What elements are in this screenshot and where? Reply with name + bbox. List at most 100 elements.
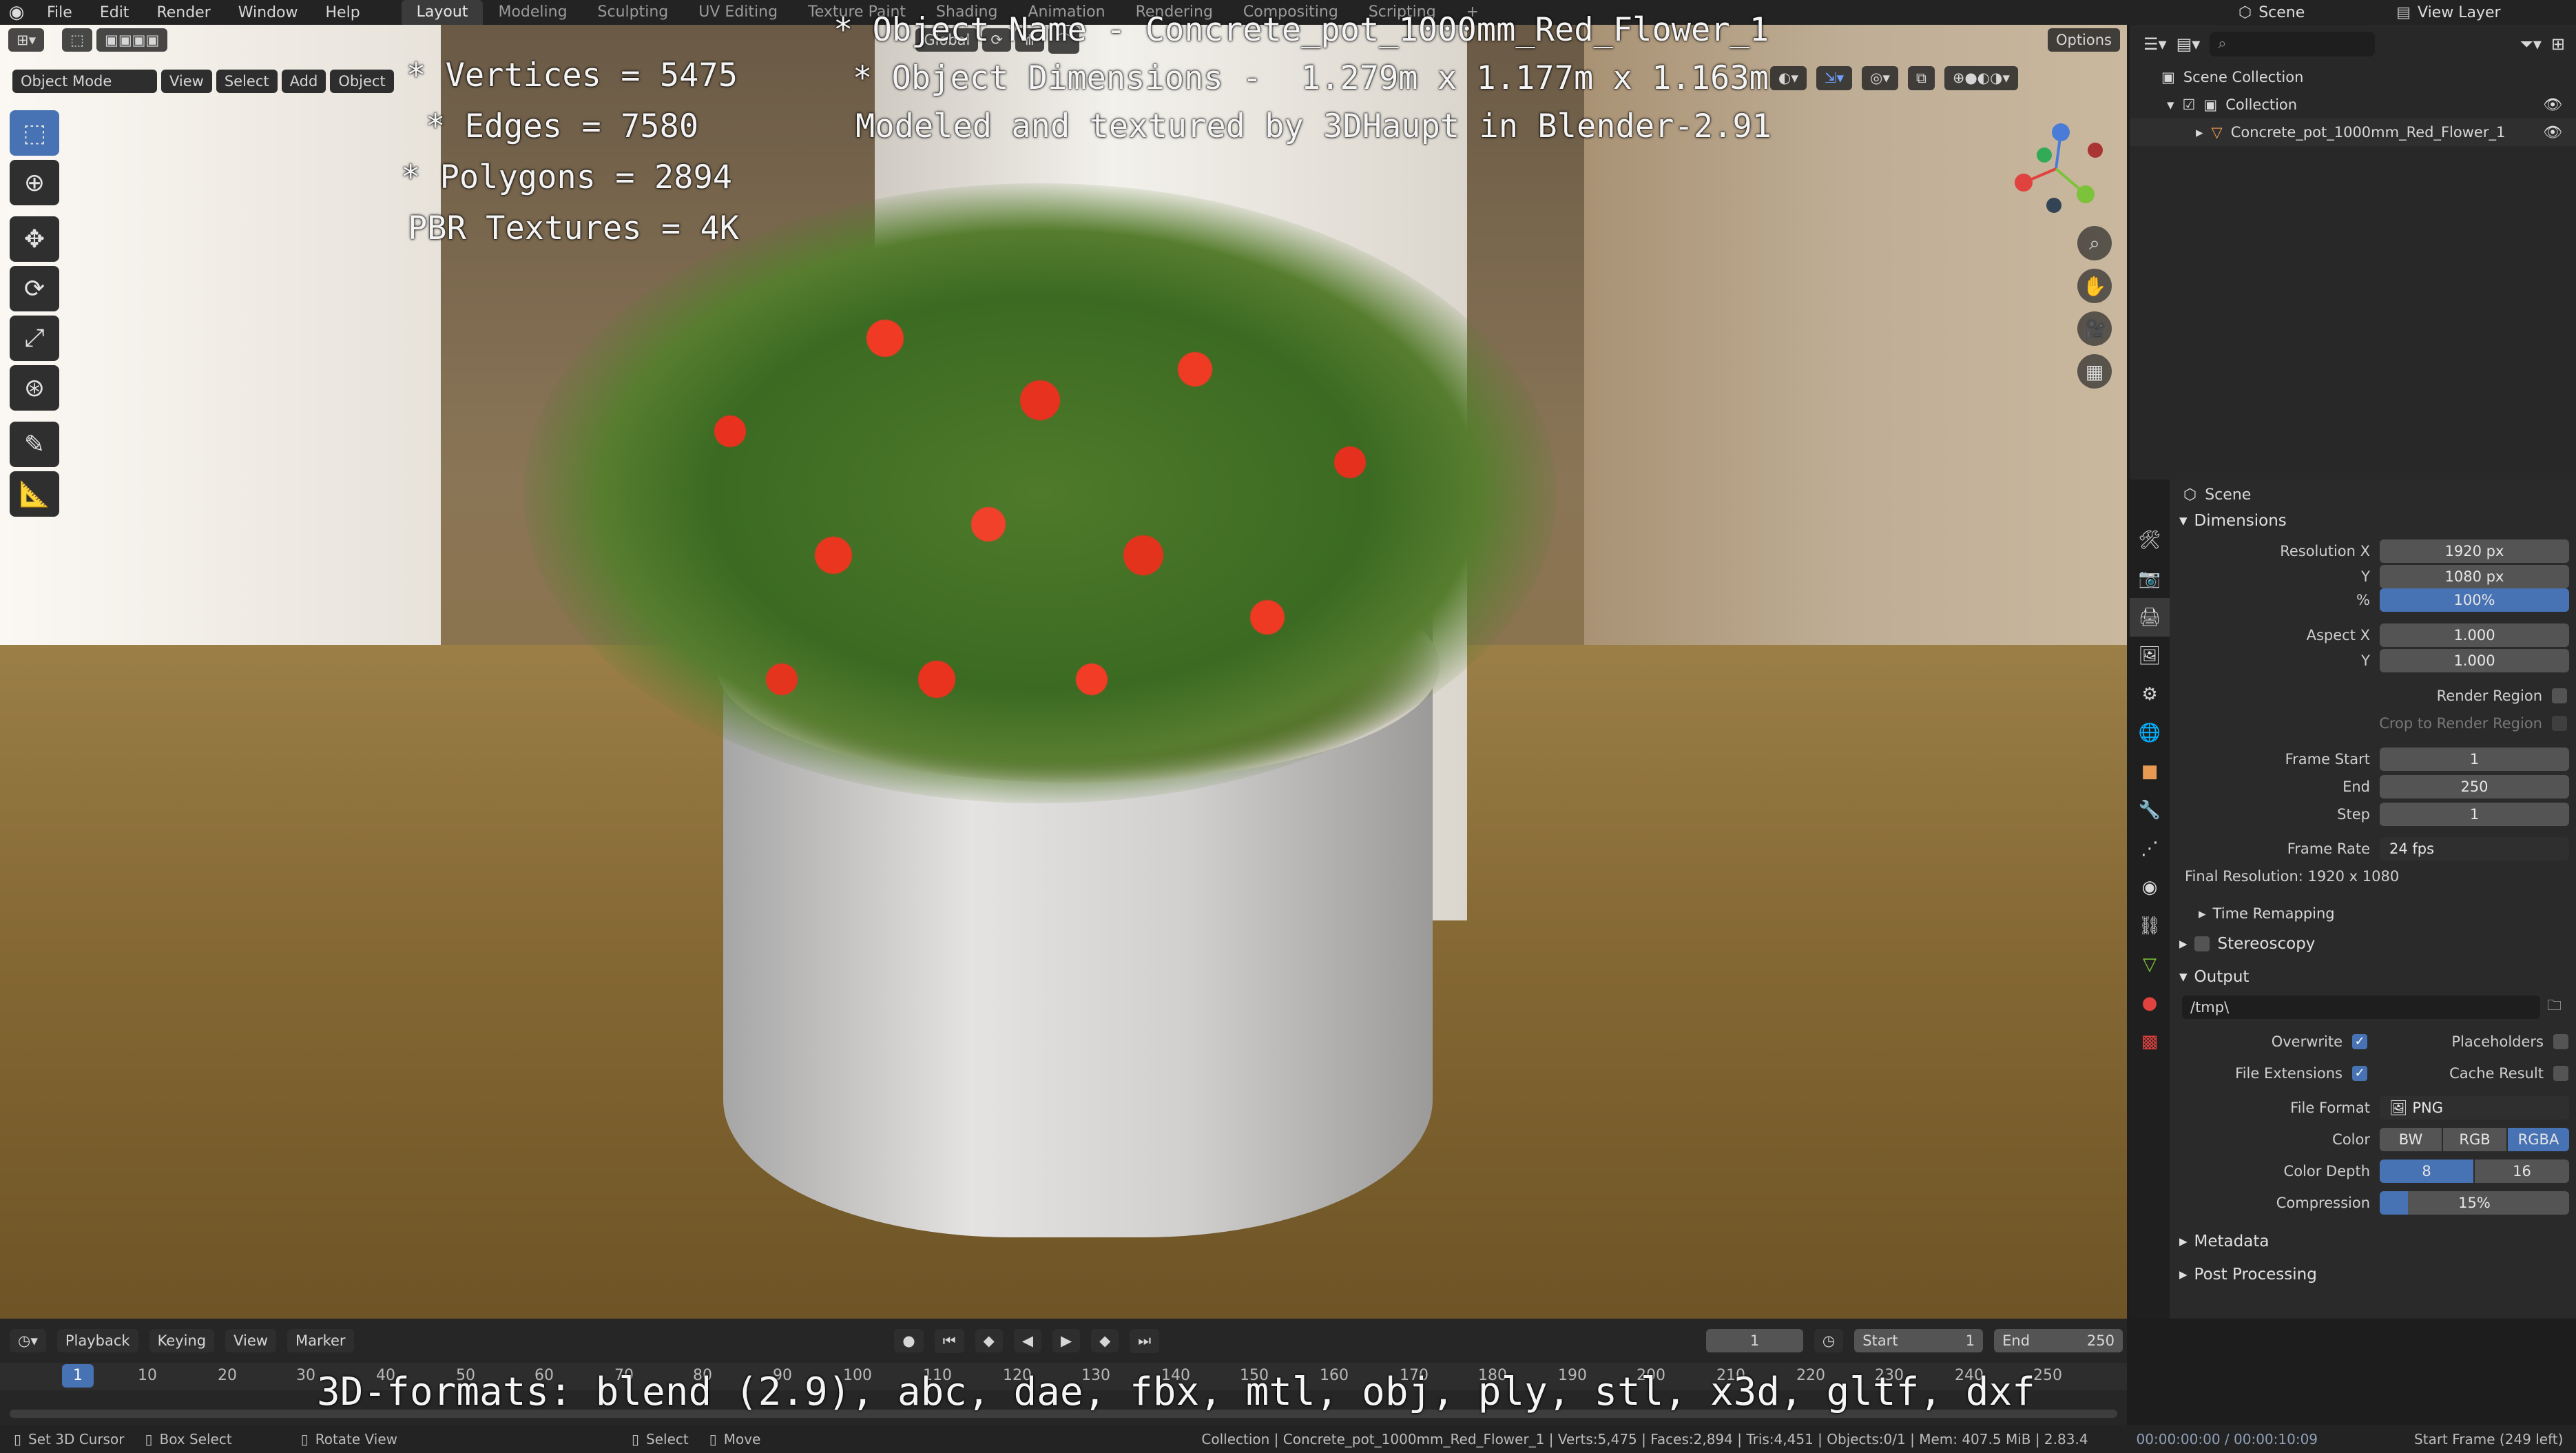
object-menu[interactable]: Object [330,70,394,93]
selection-mode-icons[interactable]: ▣▣▣▣ [96,28,168,52]
add-menu[interactable]: Add [281,70,326,93]
color-depth-8-button[interactable]: 8 [2380,1160,2473,1183]
current-frame-field[interactable]: 1 [1706,1329,1803,1352]
overwrite-checkbox[interactable]: ✓ [2352,1034,2367,1049]
render-region-checkbox[interactable] [2552,688,2567,703]
output-tab-icon[interactable]: 🖨 [2130,598,2170,637]
view-layer-icon[interactable]: ▤ [2396,4,2411,21]
navigation-gizmo[interactable] [2004,117,2108,220]
start-frame-field[interactable]: Start 1 [1854,1329,1984,1352]
tab-uv-editing[interactable]: UV Editing [683,0,793,25]
scene-icon[interactable]: ⬡ [2239,4,2252,21]
play-icon[interactable]: ▶ [1052,1329,1081,1352]
3d-viewport[interactable] [0,25,2127,1319]
cache-result-checkbox[interactable] [2553,1066,2568,1081]
particles-tab-icon[interactable]: ⋰ [2130,829,2170,868]
outliner-search-input[interactable]: ⌕ [2210,32,2376,56]
eye-icon[interactable]: 👁 [2543,96,2562,114]
timeline-editor-icon[interactable]: ◷▾ [10,1329,46,1352]
time-remapping-header[interactable]: ▸ Time Remapping [2170,900,2576,927]
folder-icon[interactable]: 🗀 [2547,996,2562,1020]
stereoscopy-header[interactable]: ▸ Stereoscopy [2170,927,2576,960]
pan-hand-icon[interactable]: ✋ [2077,269,2112,303]
display-mode-icon[interactable]: ▤▾ [2177,34,2201,54]
aspect-x-field[interactable]: 1.000 [2380,624,2569,647]
timeline-view-menu[interactable]: View [225,1329,276,1352]
checkbox-icon[interactable]: ☑ [2183,96,2196,113]
camera-view-icon[interactable]: 🎥 [2077,311,2112,346]
frame-rate-dropdown[interactable]: 24 fps [2380,837,2569,861]
record-icon[interactable]: ● [894,1329,924,1352]
outliner-row-scene-collection[interactable]: ▣ Scene Collection [2130,63,2576,91]
filter-icon[interactable]: ⏷▾ [2520,34,2542,54]
aspect-y-field[interactable]: 1.000 [2380,649,2569,672]
options-dropdown[interactable]: Options [2047,28,2120,52]
outliner-type-icon[interactable]: ☰▾ [2143,34,2167,54]
metadata-header[interactable]: ▸ Metadata [2170,1225,2576,1258]
menu-render[interactable]: Render [143,4,224,21]
marker-menu[interactable]: Marker [287,1329,354,1352]
constraints-tab-icon[interactable]: ⛓ [2130,907,2170,945]
crop-region-checkbox[interactable] [2552,716,2567,731]
cursor-tool-icon[interactable]: ⊕ [10,160,59,205]
file-format-dropdown[interactable]: 🖼 PNG [2380,1096,2569,1120]
expand-arrow-icon[interactable]: ▾ [2167,96,2174,113]
outliner-row-object[interactable]: ▸ ▽ Concrete_pot_1000mm_Red_Flower_1 👁 [2130,118,2576,146]
keying-menu[interactable]: Keying [149,1329,215,1352]
color-depth-16-button[interactable]: 16 [2475,1160,2569,1183]
file-extensions-checkbox[interactable]: ✓ [2352,1066,2367,1081]
view-layer-selector[interactable]: View Layer [2418,4,2576,21]
select-tool-icon[interactable]: ⬚ [62,28,92,52]
output-header[interactable]: ▾ Output [2170,960,2576,993]
gizmo-toggle-icon[interactable]: ⇲▾ [1816,66,1853,90]
color-rgb-button[interactable]: RGB [2443,1128,2506,1151]
prev-keyframe-icon[interactable]: ◆ [975,1329,1003,1352]
color-rgba-button[interactable]: RGBA [2508,1128,2569,1151]
render-tab-icon[interactable]: 📷 [2130,559,2170,598]
tab-modeling[interactable]: Modeling [483,0,582,25]
physics-tab-icon[interactable]: ◉ [2130,868,2170,907]
tab-sculpting[interactable]: Sculpting [583,0,684,25]
menu-file[interactable]: File [33,4,86,21]
play-reverse-icon[interactable]: ◀ [1013,1329,1041,1352]
view-layer-tab-icon[interactable]: 🖼 [2130,637,2170,675]
editor-type-icon[interactable]: ⊞▾ [8,28,45,52]
select-menu[interactable]: Select [216,70,278,93]
resolution-x-field[interactable]: 1920 px [2380,539,2569,563]
scene-tab-icon[interactable]: ⚙ [2130,675,2170,714]
frame-start-field[interactable]: 1 [2380,748,2569,771]
blender-logo-icon[interactable]: ◉ [0,0,33,25]
view-menu[interactable]: View [161,70,212,93]
scale-tool-icon[interactable]: ⤢ [10,316,59,361]
new-collection-icon[interactable]: ⊞ [2551,34,2565,54]
menu-edit[interactable]: Edit [86,4,143,21]
playback-menu[interactable]: Playback [56,1329,138,1352]
expand-arrow-icon[interactable]: ▸ [2196,124,2203,141]
jump-end-icon[interactable]: ⏭ [1130,1328,1160,1353]
modifier-tab-icon[interactable]: 🔧 [2130,791,2170,829]
data-tab-icon[interactable]: ▽ [2130,945,2170,984]
output-path-input[interactable]: /tmp\ [2182,996,2540,1019]
color-bw-button[interactable]: BW [2380,1128,2442,1151]
annotate-tool-icon[interactable]: ✎ [10,422,59,467]
shading-mode-icons[interactable]: ⊕●◐◑▾ [1944,66,2018,90]
dimensions-header[interactable]: ▾ Dimensions [2170,504,2576,537]
tab-layout[interactable]: Layout [401,0,484,25]
frame-step-field[interactable]: 1 [2380,803,2569,826]
outliner-row-collection[interactable]: ▾ ☑ ▣ Collection 👁 [2130,91,2576,118]
compression-slider[interactable]: 15% [2380,1191,2569,1215]
rotate-tool-icon[interactable]: ⟳ [10,266,59,311]
visibility-icon[interactable]: ◐▾ [1770,66,1807,90]
menu-help[interactable]: Help [312,4,374,21]
tool-tab-icon[interactable]: 🛠 [2130,521,2170,559]
playhead-frame-1[interactable]: 1 [62,1364,94,1388]
select-box-tool-icon[interactable]: ⬚ [10,110,59,156]
frame-end-field[interactable]: 250 [2380,775,2569,798]
xray-icon[interactable]: ⧉ [1907,66,1935,90]
post-processing-header[interactable]: ▸ Post Processing [2170,1258,2576,1291]
menu-window[interactable]: Window [225,4,312,21]
resolution-pct-field[interactable]: 100% [2380,588,2569,612]
object-mode-dropdown[interactable]: Object Mode [12,70,157,93]
placeholders-checkbox[interactable] [2553,1034,2568,1049]
scene-selector[interactable]: Scene [2258,4,2396,21]
